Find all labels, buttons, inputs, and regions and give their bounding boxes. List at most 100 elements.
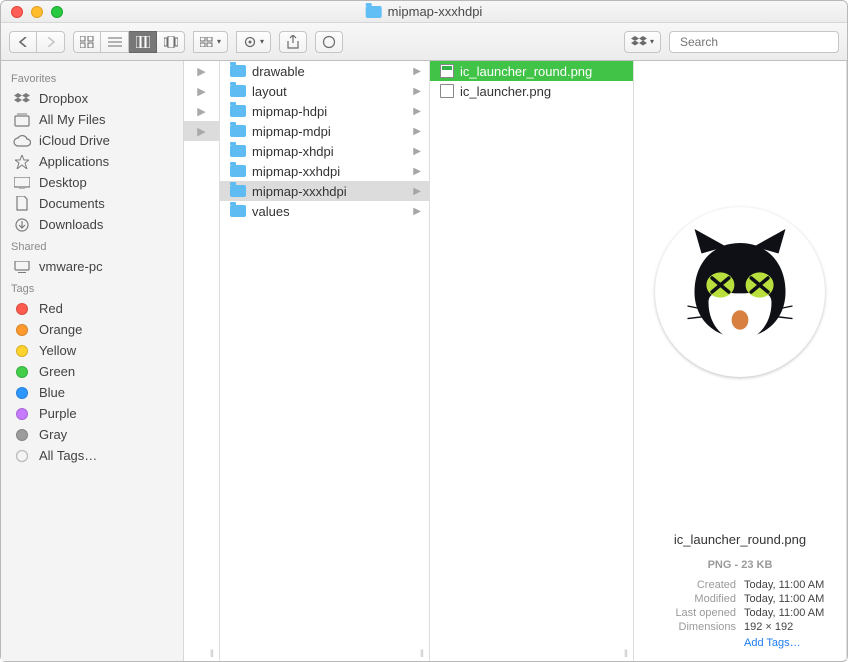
- folder-row-drawable[interactable]: drawable▶: [220, 61, 429, 81]
- sidebar-tag-green[interactable]: Green: [1, 361, 183, 382]
- tag-icon: [322, 35, 336, 49]
- column-resize-handle[interactable]: ‖: [617, 647, 633, 661]
- preview-filename: ic_launcher_round.png: [648, 532, 832, 547]
- tag-dot-icon: [16, 429, 28, 441]
- sidebar-header-favorites: Favorites: [1, 67, 183, 88]
- column-3[interactable]: ic_launcher_round.png ic_launcher.png ‖: [430, 61, 634, 661]
- sidebar-item-documents[interactable]: Documents: [1, 193, 183, 214]
- preview-image: [655, 207, 825, 377]
- folder-row-values[interactable]: values▶: [220, 201, 429, 221]
- column-row[interactable]: ▶: [184, 101, 219, 121]
- search-field[interactable]: [669, 31, 839, 53]
- sidebar-tag-yellow[interactable]: Yellow: [1, 340, 183, 361]
- share-icon: [287, 35, 299, 49]
- folder-icon: [230, 165, 246, 177]
- meta-value: 192 × 192: [744, 621, 832, 633]
- column-view-button[interactable]: [129, 31, 157, 53]
- metadata-grid: CreatedToday, 11:00 AM ModifiedToday, 11…: [648, 579, 832, 649]
- row-label: drawable: [252, 64, 305, 79]
- tag-dot-icon: [16, 303, 28, 315]
- sidebar-tag-orange[interactable]: Orange: [1, 319, 183, 340]
- file-row-ic-launcher-round[interactable]: ic_launcher_round.png: [430, 61, 633, 81]
- folder-icon: [230, 105, 246, 117]
- chevron-right-icon: ▶: [413, 146, 421, 157]
- column-2[interactable]: drawable▶ layout▶ mipmap-hdpi▶ mipmap-md…: [220, 61, 430, 661]
- toolbar: ▾ ▾ ▾: [1, 23, 847, 61]
- meta-key: Last opened: [648, 607, 736, 619]
- zoom-button[interactable]: [51, 6, 63, 18]
- sidebar-item-dropbox[interactable]: Dropbox: [1, 88, 183, 109]
- sidebar-item-label: vmware-pc: [39, 259, 103, 274]
- coverflow-view-button[interactable]: [157, 31, 185, 53]
- sidebar-tag-blue[interactable]: Blue: [1, 382, 183, 403]
- traffic-lights: [1, 6, 63, 18]
- arrange-button[interactable]: ▾: [193, 31, 228, 53]
- finder-window: mipmap-xxxhdpi: [0, 0, 848, 662]
- search-input[interactable]: [680, 35, 835, 49]
- sidebar-item-downloads[interactable]: Downloads: [1, 214, 183, 235]
- row-label: mipmap-hdpi: [252, 104, 327, 119]
- tags-button[interactable]: [315, 31, 343, 53]
- tag-dot-icon: [16, 324, 28, 336]
- sidebar-item-label: Documents: [39, 196, 105, 211]
- add-tags-link[interactable]: Add Tags…: [744, 637, 832, 649]
- sidebar-item-label: Purple: [39, 406, 77, 421]
- folder-icon: [230, 145, 246, 157]
- folder-icon: [230, 125, 246, 137]
- sidebar-header-shared: Shared: [1, 235, 183, 256]
- share-button[interactable]: [279, 31, 307, 53]
- tag-dot-icon: [16, 366, 28, 378]
- sidebar-item-applications[interactable]: Applications: [1, 151, 183, 172]
- back-button[interactable]: [9, 31, 37, 53]
- folder-row-mipmap-mdpi[interactable]: mipmap-mdpi▶: [220, 121, 429, 141]
- sidebar-item-vmware-pc[interactable]: vmware-pc: [1, 256, 183, 277]
- minimize-button[interactable]: [31, 6, 43, 18]
- folder-row-mipmap-hdpi[interactable]: mipmap-hdpi▶: [220, 101, 429, 121]
- column-row[interactable]: ▶: [184, 81, 219, 101]
- sidebar-item-desktop[interactable]: Desktop: [1, 172, 183, 193]
- column-row[interactable]: ▶: [184, 61, 219, 81]
- chevron-right-icon: ▶: [413, 166, 421, 177]
- action-button[interactable]: ▾: [236, 31, 271, 53]
- finder-body: Favorites Dropbox All My Files iCloud Dr…: [1, 61, 847, 661]
- column-resize-handle[interactable]: ‖: [203, 647, 219, 661]
- sidebar-tag-all[interactable]: All Tags…: [1, 445, 183, 466]
- meta-value: Today, 11:00 AM: [744, 593, 832, 605]
- file-row-ic-launcher[interactable]: ic_launcher.png: [430, 81, 633, 101]
- folder-icon: [230, 65, 246, 77]
- sidebar-item-icloud[interactable]: iCloud Drive: [1, 130, 183, 151]
- dropbox-toolbar-button[interactable]: ▾: [624, 31, 661, 53]
- column-resize-handle[interactable]: ‖: [413, 647, 429, 661]
- folder-row-layout[interactable]: layout▶: [220, 81, 429, 101]
- column-1[interactable]: ▶ ▶ ▶ ▶ ‖: [184, 61, 220, 661]
- sidebar-item-label: Desktop: [39, 175, 87, 190]
- pc-icon: [13, 261, 31, 273]
- sidebar-tag-gray[interactable]: Gray: [1, 424, 183, 445]
- sidebar: Favorites Dropbox All My Files iCloud Dr…: [1, 61, 184, 661]
- titlebar: mipmap-xxxhdpi: [1, 1, 847, 23]
- icon-view-button[interactable]: [73, 31, 101, 53]
- sidebar-item-label: All Tags…: [39, 448, 97, 463]
- list-view-button[interactable]: [101, 31, 129, 53]
- meta-key: Created: [648, 579, 736, 591]
- chevron-down-icon: ▾: [650, 37, 654, 46]
- action-group: ▾: [236, 31, 271, 53]
- forward-button[interactable]: [37, 31, 65, 53]
- folder-row-mipmap-xhdpi[interactable]: mipmap-xhdpi▶: [220, 141, 429, 161]
- chevron-right-icon: ▶: [413, 186, 421, 197]
- preview-body: [634, 61, 846, 522]
- sidebar-item-label: Yellow: [39, 343, 76, 358]
- folder-row-mipmap-xxxhdpi[interactable]: mipmap-xxxhdpi▶: [220, 181, 429, 201]
- sidebar-item-all-my-files[interactable]: All My Files: [1, 109, 183, 130]
- column-view: ▶ ▶ ▶ ▶ ‖ drawable▶ layout▶ mipmap-hdpi▶…: [184, 61, 847, 661]
- sidebar-item-label: Blue: [39, 385, 65, 400]
- close-button[interactable]: [11, 6, 23, 18]
- row-label: ic_launcher.png: [460, 84, 551, 99]
- folder-icon: [366, 6, 382, 18]
- image-file-icon: [440, 84, 454, 98]
- folder-row-mipmap-xxhdpi[interactable]: mipmap-xxhdpi▶: [220, 161, 429, 181]
- sidebar-tag-red[interactable]: Red: [1, 298, 183, 319]
- sidebar-tag-purple[interactable]: Purple: [1, 403, 183, 424]
- column-row-selected[interactable]: ▶: [184, 121, 219, 141]
- chevron-down-icon: ▾: [217, 37, 221, 46]
